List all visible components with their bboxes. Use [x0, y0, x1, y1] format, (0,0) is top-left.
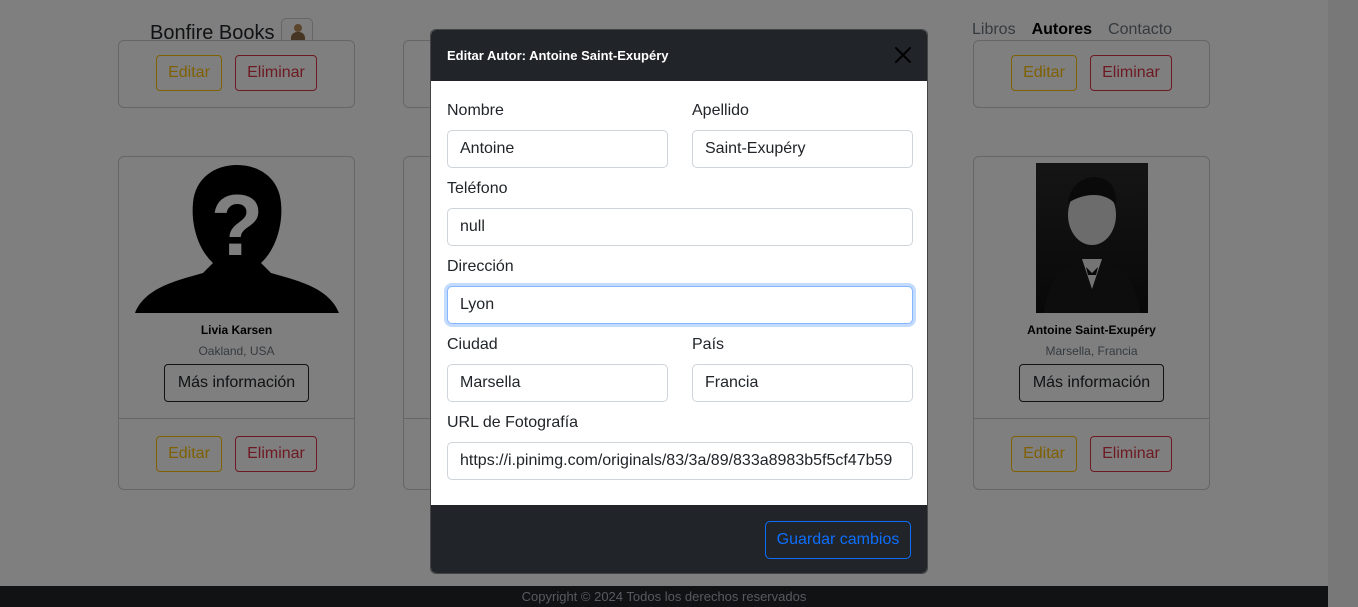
close-icon[interactable]	[893, 45, 913, 65]
ciudad-label: Ciudad	[447, 336, 498, 353]
modal-body: Nombre Apellido Teléfono Dirección Ciuda…	[431, 81, 927, 505]
modal-footer: Guardar cambios	[431, 505, 927, 573]
apellido-field[interactable]	[692, 130, 913, 168]
modal-header: Editar Autor: Antoine Saint-Exupéry	[431, 30, 927, 81]
pais-field[interactable]	[692, 364, 913, 402]
telefono-label: Teléfono	[447, 180, 508, 197]
direccion-label: Dirección	[447, 258, 514, 275]
save-changes-button[interactable]: Guardar cambios	[765, 521, 911, 559]
telefono-field[interactable]	[447, 208, 913, 246]
nombre-field[interactable]	[447, 130, 668, 168]
photo-url-field[interactable]	[447, 442, 913, 480]
pais-label: País	[692, 336, 725, 353]
foto-label: URL de Fotografía	[447, 414, 579, 431]
direccion-field[interactable]	[447, 286, 913, 324]
modal-title: Editar Autor: Antoine Saint-Exupéry	[447, 48, 669, 63]
nombre-label: Nombre	[447, 102, 504, 119]
edit-author-modal: Editar Autor: Antoine Saint-Exupéry Nomb…	[430, 29, 928, 574]
ciudad-field[interactable]	[447, 364, 668, 402]
apellido-label: Apellido	[692, 102, 749, 119]
